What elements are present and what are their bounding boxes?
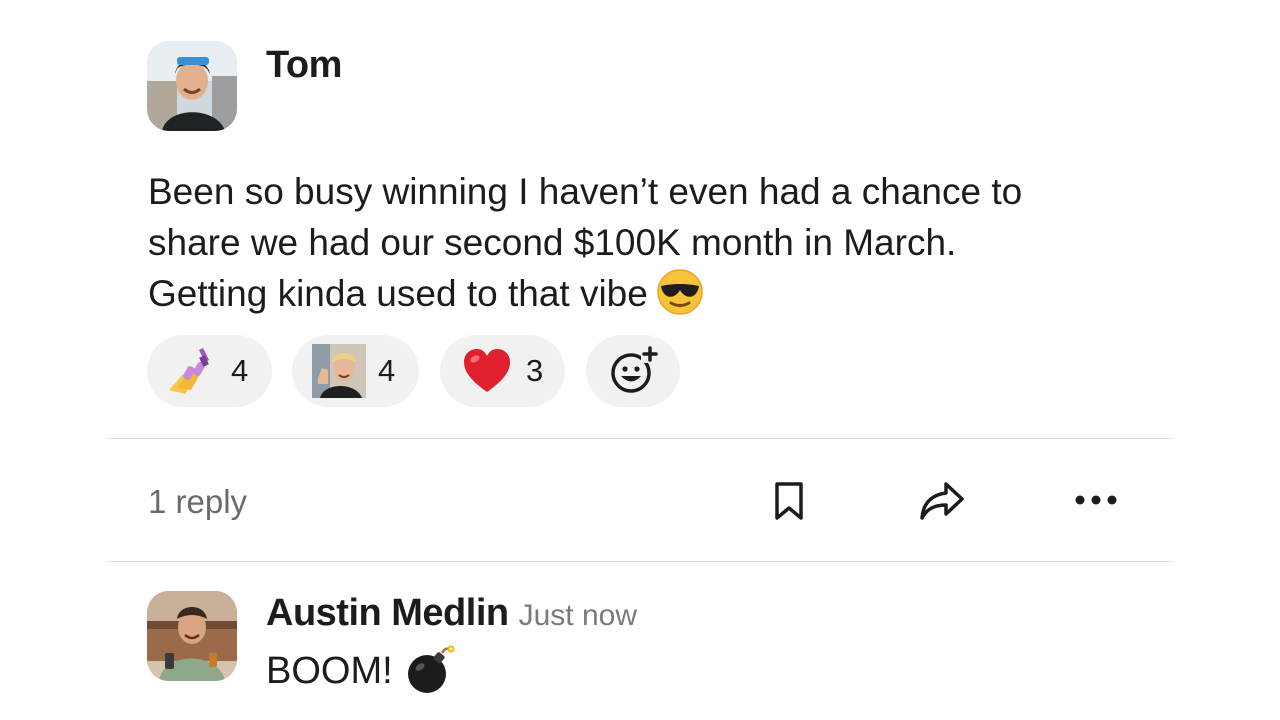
add-reaction-icon xyxy=(611,345,659,393)
reaction-nail-polish[interactable]: 4 xyxy=(147,335,272,407)
message-line: share we had our second $100K month in M… xyxy=(148,222,957,263)
reply-author-row: Austin Medlin Just now xyxy=(266,592,637,635)
divider xyxy=(108,561,1172,562)
post-message: Been so busy winning I haven’t even had … xyxy=(148,166,1148,319)
reply-message: BOOM! xyxy=(266,645,455,695)
more-icon xyxy=(1075,495,1117,505)
share-button[interactable] xyxy=(918,480,966,522)
red-heart-emoji-icon xyxy=(464,349,510,392)
reaction-count: 4 xyxy=(231,353,249,388)
add-reaction-button[interactable] xyxy=(586,335,680,407)
sunglasses-emoji-icon xyxy=(656,268,704,316)
thumbs-up-photo-emoji-icon xyxy=(312,344,366,398)
bookmark-button[interactable] xyxy=(772,480,806,522)
divider xyxy=(108,438,1172,439)
reply-message-text: BOOM! xyxy=(266,650,393,692)
message-line: Getting kinda used to that vibe xyxy=(148,268,1148,319)
reaction-custom-photo[interactable]: 4 xyxy=(292,335,419,407)
post-author-name[interactable]: Tom xyxy=(266,44,342,87)
message-line: Been so busy winning I haven’t even had … xyxy=(148,171,1023,212)
reaction-count: 3 xyxy=(526,353,544,388)
austin-avatar[interactable] xyxy=(147,591,237,681)
nail-polish-emoji-icon xyxy=(169,348,209,394)
more-actions-button[interactable] xyxy=(1072,490,1120,510)
tom-avatar[interactable] xyxy=(147,41,237,131)
message-line-text: Getting kinda used to that vibe xyxy=(148,273,648,314)
bookmark-icon xyxy=(775,482,803,520)
reply-count-link[interactable]: 1 reply xyxy=(148,483,247,521)
bomb-emoji-icon xyxy=(405,645,455,695)
share-icon xyxy=(920,482,964,520)
reply-timestamp[interactable]: Just now xyxy=(519,599,637,632)
reply-author-name[interactable]: Austin Medlin xyxy=(266,592,509,634)
reaction-count: 4 xyxy=(378,353,396,388)
message-thread-view: Tom Been so busy winning I haven’t even … xyxy=(0,0,1280,720)
reaction-red-heart[interactable]: 3 xyxy=(440,335,565,407)
